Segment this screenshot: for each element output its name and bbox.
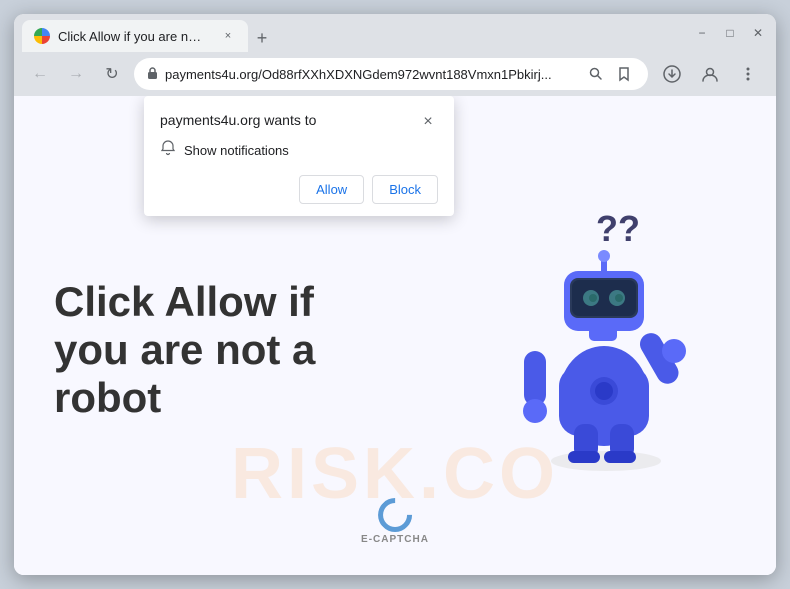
maximize-button[interactable]: □ bbox=[720, 23, 740, 43]
forward-button[interactable]: → bbox=[62, 60, 90, 88]
bookmark-icon[interactable] bbox=[612, 62, 636, 86]
svg-text:??: ?? bbox=[596, 208, 640, 249]
bell-icon bbox=[160, 140, 176, 161]
tab-close-btn[interactable]: × bbox=[220, 28, 236, 44]
page-content: RISK.CO Click Allow if you are not a rob… bbox=[14, 96, 776, 575]
block-button[interactable]: Block bbox=[372, 175, 438, 204]
popup-header: payments4u.org wants to × bbox=[160, 112, 438, 132]
allow-button[interactable]: Allow bbox=[299, 175, 364, 204]
new-tab-button[interactable]: + bbox=[248, 24, 276, 52]
profile-icon[interactable] bbox=[694, 58, 726, 90]
url-text: payments4u.org/Od88rfXXhXDXNGdem972wvnt1… bbox=[165, 67, 578, 82]
popup-notification-text: Show notifications bbox=[184, 143, 289, 158]
main-text-line3: robot bbox=[54, 374, 315, 422]
main-text-line1: Click Allow if bbox=[54, 278, 315, 326]
popup-notification-row: Show notifications bbox=[160, 140, 438, 161]
url-bar[interactable]: payments4u.org/Od88rfXXhXDXNGdem972wvnt1… bbox=[134, 58, 648, 90]
popup-buttons: Allow Block bbox=[160, 175, 438, 204]
robot-illustration: ?? bbox=[496, 196, 716, 476]
reload-button[interactable]: ↻ bbox=[98, 60, 126, 88]
url-action-icons bbox=[584, 62, 636, 86]
popup-title: payments4u.org wants to bbox=[160, 112, 316, 128]
page-background: RISK.CO Click Allow if you are not a rob… bbox=[14, 96, 776, 575]
main-text-line2: you are not a bbox=[54, 326, 315, 374]
captcha-main-text: Click Allow if you are not a robot bbox=[54, 278, 315, 423]
menu-icon[interactable] bbox=[732, 58, 764, 90]
window-controls: − □ ✕ bbox=[692, 23, 768, 43]
ecaptcha-icon bbox=[371, 491, 419, 539]
ecaptcha-label: E-CAPTCHA bbox=[361, 534, 429, 545]
minimize-button[interactable]: − bbox=[692, 23, 712, 43]
tab-favicon bbox=[34, 28, 50, 44]
lock-icon bbox=[146, 66, 159, 83]
notification-popup: payments4u.org wants to × Show notificat… bbox=[144, 96, 454, 216]
active-tab[interactable]: Click Allow if you are not a robot × bbox=[22, 20, 248, 52]
tab-title: Click Allow if you are not a robot bbox=[58, 29, 208, 44]
browser-action-icons bbox=[656, 58, 764, 90]
search-icon[interactable] bbox=[584, 62, 608, 86]
browser-window: Click Allow if you are not a robot × + −… bbox=[14, 14, 776, 575]
close-button[interactable]: ✕ bbox=[748, 23, 768, 43]
downloads-icon[interactable] bbox=[656, 58, 688, 90]
popup-close-button[interactable]: × bbox=[418, 112, 438, 132]
title-bar: Click Allow if you are not a robot × + −… bbox=[14, 14, 776, 52]
address-bar: ← → ↻ payments4u.org/Od88rfXXhXDXNGdem97… bbox=[14, 52, 776, 96]
tab-area: Click Allow if you are not a robot × + bbox=[22, 14, 692, 52]
ecaptcha-logo: E-CAPTCHA bbox=[361, 498, 429, 545]
back-button[interactable]: ← bbox=[26, 60, 54, 88]
